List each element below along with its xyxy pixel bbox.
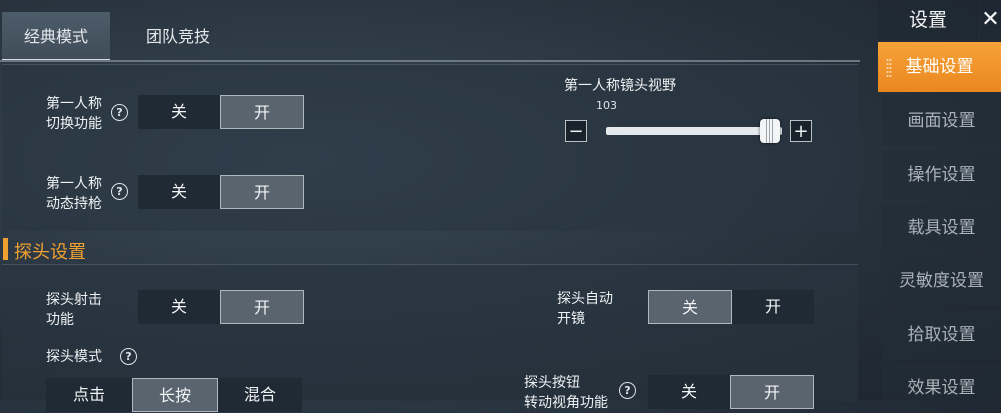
- peek-mode-label: 探头模式: [46, 349, 102, 365]
- first-person-dynamic-on[interactable]: 开: [220, 175, 304, 209]
- fov-slider-track[interactable]: [606, 127, 782, 135]
- peek-auto-scope-off[interactable]: 关: [648, 290, 732, 324]
- mode-tab-bar: 经典模式 团队竞技: [0, 12, 860, 62]
- sidebar-item-controls-settings[interactable]: 操作设置: [882, 150, 1001, 200]
- peek-shoot-toggle: 关 开: [138, 290, 304, 324]
- help-icon[interactable]: ?: [120, 348, 137, 365]
- fov-plus-button[interactable]: +: [790, 120, 812, 142]
- help-icon[interactable]: ?: [619, 382, 636, 399]
- peek-mode-mixed[interactable]: 混合: [218, 378, 302, 412]
- peek-button-rotate-label: 探头按钮 转动视角功能: [524, 375, 608, 411]
- sidebar-item-sensitivity-settings[interactable]: 灵敏度设置: [882, 256, 1001, 306]
- peek-shoot-off[interactable]: 关: [138, 290, 220, 324]
- peek-auto-scope-label: 探头自动 开镜: [557, 291, 613, 327]
- peek-section-title: 探头设置: [14, 242, 86, 263]
- peek-button-rotate-off[interactable]: 关: [648, 375, 730, 409]
- first-person-switch-off[interactable]: 关: [138, 95, 220, 129]
- peek-auto-scope-toggle: 关 开: [648, 290, 814, 324]
- first-person-dynamic-label: 第一人称 动态持枪: [46, 176, 102, 212]
- peek-mode-selector: 点击 长按 混合: [46, 378, 302, 412]
- help-icon[interactable]: ?: [111, 104, 128, 121]
- close-icon[interactable]: ✕: [980, 0, 1001, 40]
- settings-title: 设置: [878, 0, 978, 40]
- first-person-switch-on[interactable]: 开: [220, 95, 304, 129]
- first-person-panel: [2, 64, 858, 231]
- tab-divider: [0, 60, 860, 62]
- peek-shoot-on[interactable]: 开: [220, 290, 304, 324]
- first-person-dynamic-toggle: 关 开: [138, 175, 304, 209]
- peek-mode-tap[interactable]: 点击: [46, 378, 132, 412]
- peek-shoot-label: 探头射击 功能: [46, 292, 102, 328]
- help-icon[interactable]: ?: [111, 183, 128, 200]
- first-person-switch-toggle: 关 开: [138, 95, 304, 129]
- fov-value: 103: [596, 99, 617, 112]
- fov-slider-thumb[interactable]: [759, 119, 780, 143]
- drag-grip-icon: [886, 58, 892, 78]
- sidebar-item-graphics-settings[interactable]: 画面设置: [882, 96, 1001, 146]
- sidebar-item-effects-settings[interactable]: 效果设置: [882, 363, 1001, 400]
- first-person-dynamic-off[interactable]: 关: [138, 175, 220, 209]
- peek-button-rotate-toggle: 关 开: [648, 375, 814, 409]
- peek-button-rotate-on[interactable]: 开: [730, 375, 814, 409]
- sidebar-item-pickup-settings[interactable]: 拾取设置: [882, 310, 1001, 360]
- tab-classic-mode[interactable]: 经典模式: [2, 12, 110, 62]
- sidebar-item-vehicle-settings[interactable]: 载具设置: [882, 203, 1001, 253]
- peek-mode-hold[interactable]: 长按: [132, 378, 218, 412]
- fov-minus-button[interactable]: −: [565, 120, 587, 142]
- tab-team-deathmatch[interactable]: 团队竞技: [118, 12, 238, 62]
- section-accent-bar: [3, 238, 8, 260]
- sidebar-item-basic-settings[interactable]: 基础设置: [878, 42, 1001, 92]
- fov-title: 第一人称镜头视野: [564, 78, 676, 94]
- first-person-switch-label: 第一人称 切换功能: [46, 96, 102, 132]
- peek-auto-scope-on[interactable]: 开: [732, 290, 814, 324]
